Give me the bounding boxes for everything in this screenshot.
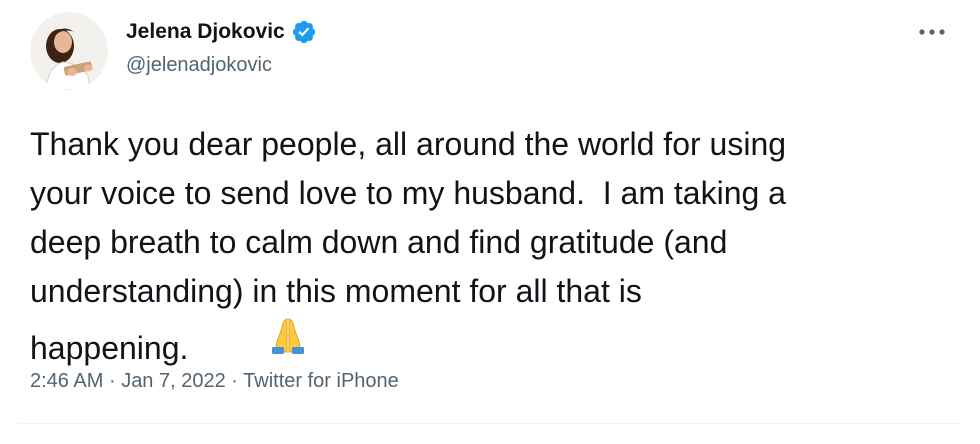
tweet-line-last: happening.: [30, 316, 930, 373]
tweet-source[interactable]: Twitter for iPhone: [243, 370, 399, 392]
more-options-button[interactable]: [914, 18, 950, 46]
tweet-meta: 2:46 AM · Jan 7, 2022 · Twitter for iPho…: [30, 370, 399, 393]
divider: [18, 423, 962, 424]
tweet-text: Thank you dear people, all around the wo…: [30, 120, 930, 373]
avatar-photo-icon: [30, 12, 108, 90]
tweet-line-text: happening.: [30, 330, 189, 366]
folded-hands-emoji-icon: [196, 316, 307, 354]
meta-separator: ·: [231, 370, 238, 392]
tweet-time: 2:46 AM: [30, 370, 104, 392]
more-dots-icon: [919, 29, 945, 35]
author-name-row: Jelena Djokovic: [126, 19, 317, 45]
author-display-name[interactable]: Jelena Djokovic: [126, 20, 285, 44]
verified-badge-icon: [291, 19, 317, 45]
author-avatar[interactable]: [30, 12, 108, 90]
author-handle[interactable]: @jelenadjokovic: [126, 54, 272, 77]
tweet-line: deep breath to calm down and find gratit…: [30, 224, 728, 260]
meta-separator: ·: [108, 370, 116, 392]
tweet-line: Thank you dear people, all around the wo…: [30, 126, 787, 162]
tweet-line: your voice to send love to my husband. I…: [30, 175, 786, 211]
tweet-timestamp[interactable]: 2:46 AM · Jan 7, 2022: [30, 370, 226, 392]
tweet-line: understanding) in this moment for all th…: [30, 273, 642, 309]
tweet-date: Jan 7, 2022: [121, 370, 226, 392]
tweet-card: Jelena Djokovic @jelenadjokovic Thank yo…: [0, 0, 980, 444]
